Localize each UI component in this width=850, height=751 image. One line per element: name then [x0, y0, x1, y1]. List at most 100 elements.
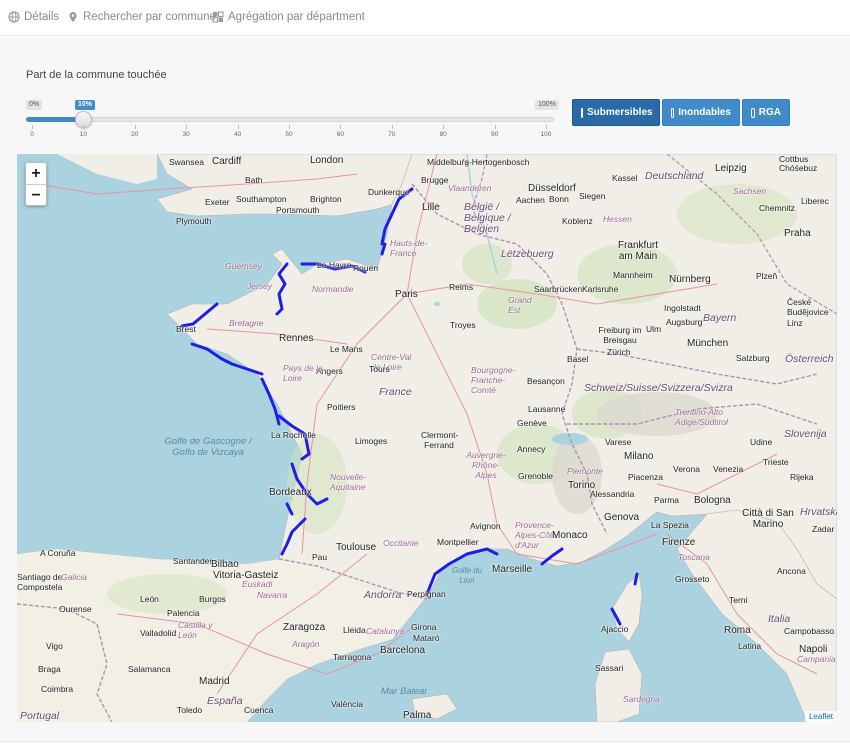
grid-icon — [212, 11, 224, 23]
slider-tick — [340, 125, 342, 129]
map-label: Portsmouth — [276, 205, 320, 215]
map-label: Koblenz — [562, 216, 593, 226]
map[interactable]: Swansea Cardiff London Bath Exeter South… — [17, 154, 837, 722]
map-label: Toledo — [177, 705, 203, 715]
map-label: León — [140, 594, 159, 604]
map-label: Le Havre — [317, 260, 352, 270]
map-label: Besançon — [527, 376, 565, 386]
map-label: Valladolid — [140, 628, 177, 638]
map-label: Golfe du Lion — [451, 566, 483, 585]
map-label: Lille — [422, 202, 440, 213]
map-label: Cuenca — [244, 705, 274, 715]
map-label: Auvergne-Rhône-Alpes — [466, 450, 506, 480]
map-label: Lleida — [343, 625, 366, 635]
map-label: Nürnberg — [669, 274, 711, 285]
map-label: Bilbao — [211, 559, 239, 570]
map-label: Milano — [624, 451, 654, 462]
slider-tick-label: 50 — [285, 131, 293, 138]
slider-tick-label: 20 — [131, 131, 139, 138]
map-attribution-link[interactable]: Leaflet — [804, 711, 837, 722]
slider-tick — [186, 125, 188, 129]
map-label: 's-Hertogenbosch — [463, 157, 530, 167]
map-label: České Budějovice — [787, 297, 829, 317]
map-label: Limoges — [355, 436, 388, 446]
tab-search-commune[interactable]: Rechercher par commune — [67, 9, 216, 25]
map-label: Galicia — [61, 572, 87, 582]
map-label: Mannheim — [613, 270, 653, 280]
map-label: Tours — [369, 364, 390, 374]
map-label: A Coruña — [40, 548, 76, 558]
map-label: Brest — [176, 324, 196, 334]
slider-tick — [443, 125, 445, 129]
map-label: Udine — [750, 437, 773, 447]
map-label: Pau — [312, 552, 328, 562]
map-label: Salzburg — [736, 353, 770, 363]
map-label: Hrvatska — [800, 506, 837, 518]
tab-aggregation-department[interactable]: Agrégation par départment — [212, 9, 365, 25]
slider-tick-label: 40 — [233, 131, 242, 138]
map-label: Grand Est — [508, 295, 532, 315]
map-label: Coimbra — [41, 684, 74, 694]
map-label: London — [310, 155, 344, 166]
map-label: La Spezia — [651, 520, 689, 530]
zoom-in-button[interactable]: + — [26, 163, 46, 184]
map-label: Campania — [797, 654, 836, 664]
toggle-inondables[interactable]: Inondables — [662, 99, 740, 126]
slider-value-badge: 10% — [75, 100, 96, 110]
map-label: Swansea — [169, 157, 204, 167]
map-label: Linz — [787, 318, 803, 328]
slider-tick-label: 100 — [540, 131, 552, 138]
map-label: Braga — [38, 664, 61, 674]
slider-tick-label: 0 — [30, 131, 34, 138]
map-label: Plzeň — [756, 271, 778, 281]
map-label: Augsburg — [666, 317, 703, 327]
map-label: València — [331, 699, 363, 709]
map-label: Burgos — [199, 594, 226, 604]
map-label: Occitanie — [383, 538, 419, 548]
slider-tick-label: 70 — [388, 131, 396, 138]
slider-tick-label: 30 — [182, 131, 190, 138]
tab-details[interactable]: Détails — [8, 9, 59, 25]
map-label: Chemnitz — [759, 203, 795, 213]
map-label: Barcelona — [380, 645, 426, 656]
map-label: Nouvelle-Aquitaine — [330, 472, 366, 492]
map-label: Campobasso — [784, 626, 835, 636]
map-label: Piacenza — [628, 472, 663, 482]
map-label: Vigo — [46, 641, 63, 651]
map-label: Troyes — [450, 320, 476, 330]
map-label: Genova — [604, 512, 640, 523]
map-label: Zaragoza — [283, 622, 326, 633]
tab-label: Détails — [24, 11, 60, 23]
map-label: Exeter — [205, 197, 230, 207]
checkbox-unchecked-icon — [751, 107, 755, 118]
map-label: Saarbrücken — [534, 284, 583, 294]
slider-track[interactable] — [26, 117, 554, 122]
map-label: Girona — [411, 622, 437, 632]
map-label: Madrid — [199, 676, 230, 687]
slider-tick — [83, 125, 85, 129]
map-label: Basel — [567, 354, 589, 364]
map-label: Liberec — [801, 196, 829, 206]
map-label: Leipzig — [715, 163, 747, 174]
toggle-rga[interactable]: RGA — [742, 99, 790, 126]
slider-tick — [546, 125, 547, 129]
map-label: Österreich — [785, 353, 834, 365]
slider-tick — [237, 125, 239, 129]
map-label: Zadar — [812, 524, 835, 534]
zoom-out-button[interactable]: − — [26, 184, 46, 205]
slider-label: Part de la commune touchée — [26, 69, 167, 81]
globe-icon — [8, 11, 20, 23]
toggle-submersibles[interactable]: Submersibles — [572, 99, 660, 126]
map-label: France — [379, 386, 412, 398]
slider-tick — [134, 125, 136, 129]
map-label: Parma — [654, 495, 680, 505]
toggle-label: Inondables — [678, 107, 731, 118]
map-label: Aachen — [516, 195, 545, 205]
map-label: Southampton — [236, 194, 287, 204]
slider-tick-label: 60 — [336, 131, 344, 138]
map-label: België / Belgique / Belgien — [464, 201, 511, 235]
slider-tick — [391, 125, 393, 129]
map-label: Hauts-de-France — [390, 238, 428, 258]
map-label: Bologna — [694, 495, 731, 506]
slider-tick — [32, 125, 33, 129]
